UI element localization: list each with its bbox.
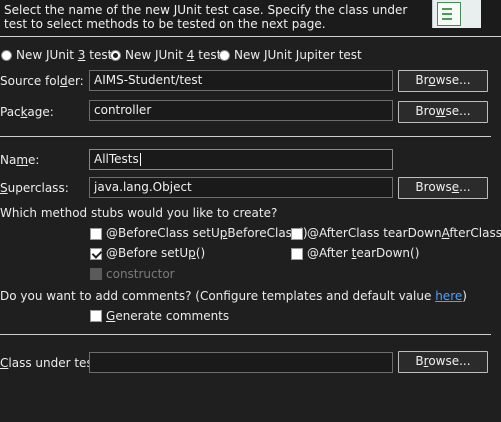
constructor-label: constructor xyxy=(106,267,175,281)
junit3-radio-label[interactable]: New JUnit 3 test xyxy=(16,48,112,62)
generate-comments-checkbox[interactable] xyxy=(90,310,102,322)
junit3-radio[interactable] xyxy=(1,50,12,61)
wizard-header: Select the name of the new JUnit test ca… xyxy=(0,0,501,36)
before-class-label[interactable]: @BeforeClass setUpBeforeClass() xyxy=(106,226,308,240)
comments-question-text: Do you want to add comments? (Configure … xyxy=(0,289,432,303)
name-label: Name: xyxy=(0,153,40,167)
section-divider-2 xyxy=(0,334,491,335)
after-class-checkbox[interactable] xyxy=(291,228,303,240)
junit-wizard-banner-icon xyxy=(432,0,481,28)
junit-jupiter-radio-label[interactable]: New JUnit Jupiter test xyxy=(234,48,362,62)
before-label[interactable]: @Before setUp() xyxy=(106,246,205,260)
text-caret xyxy=(139,153,141,166)
after-label[interactable]: @After tearDown() xyxy=(307,246,419,260)
after-checkbox[interactable] xyxy=(291,248,303,260)
section-divider-1 xyxy=(0,136,491,137)
junit4-radio[interactable] xyxy=(110,50,121,61)
wizard-description: Select the name of the new JUnit test ca… xyxy=(4,3,408,31)
constructor-checkbox xyxy=(90,268,102,280)
superclass-field[interactable]: java.lang.Object xyxy=(89,177,393,198)
package-label: Package: xyxy=(0,105,54,119)
junit-jupiter-radio[interactable] xyxy=(219,50,230,61)
before-checkbox[interactable] xyxy=(90,248,102,260)
configure-templates-link[interactable]: here xyxy=(435,289,462,303)
class-under-test-field[interactable] xyxy=(89,352,393,373)
superclass-label: Superclass: xyxy=(0,181,69,195)
package-browse-button[interactable]: Browse... xyxy=(398,101,488,123)
name-field-value: AllTests xyxy=(94,152,139,166)
junit4-radio-label[interactable]: New JUnit 4 test xyxy=(125,48,221,62)
superclass-browse-button[interactable]: Browse... xyxy=(398,177,488,199)
name-field[interactable]: AllTests xyxy=(89,149,393,170)
comments-question-close: ) xyxy=(462,289,467,303)
generate-comments-label[interactable]: Generate comments xyxy=(106,309,229,323)
source-folder-field[interactable]: AIMS-Student/test xyxy=(89,70,393,91)
package-field[interactable]: controller xyxy=(89,100,393,121)
comments-question: Do you want to add comments? (Configure … xyxy=(0,289,467,303)
class-under-test-browse-button[interactable]: Browse... xyxy=(398,351,488,373)
source-folder-browse-button[interactable]: Browse... xyxy=(398,70,488,92)
after-class-label[interactable]: @AfterClass tearDownAfterClass() xyxy=(307,226,501,240)
class-under-test-label: Class under test: xyxy=(0,356,102,370)
method-stubs-question: Which method stubs would you like to cre… xyxy=(0,206,278,220)
source-folder-label: Source folder: xyxy=(0,74,84,88)
before-class-checkbox[interactable] xyxy=(90,228,102,240)
header-divider xyxy=(0,36,501,37)
